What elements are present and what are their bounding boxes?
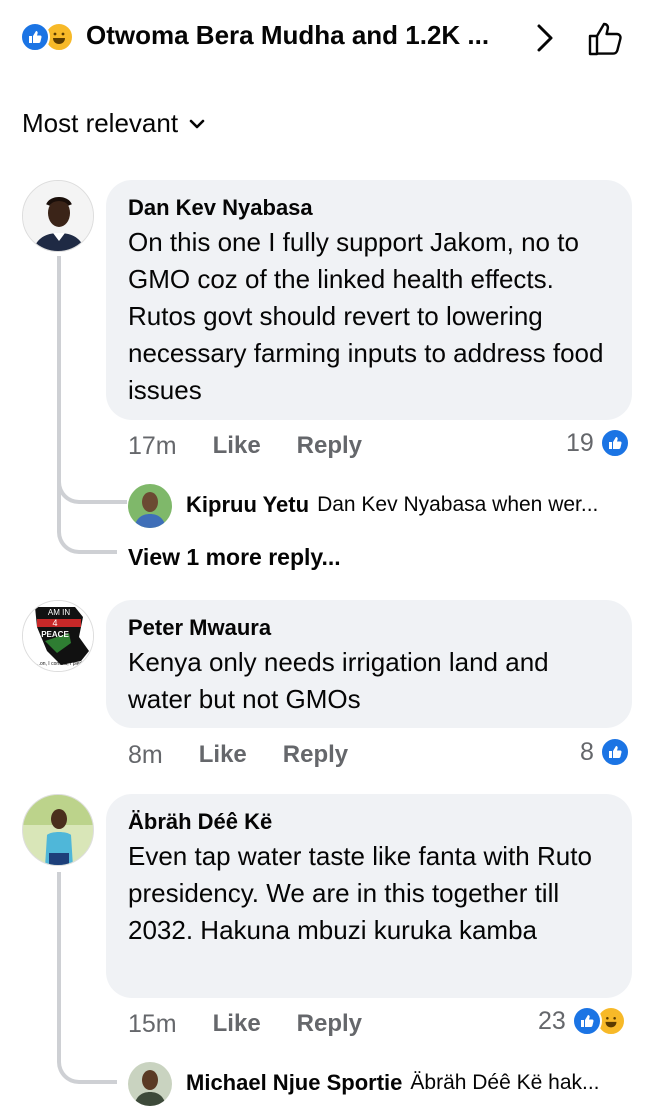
like-button[interactable]: Like — [213, 1010, 261, 1038]
comment-author[interactable]: Peter Mwaura — [128, 614, 610, 642]
avatar-text: ...on, I commit, I pled — [36, 661, 83, 667]
comment-actions: 15m Like Reply — [128, 1006, 398, 1042]
comment-bubble[interactable]: Dan Kev Nyabasa On this one I fully supp… — [106, 180, 632, 420]
comment-time[interactable]: 15m — [128, 1010, 177, 1039]
reply-snippet: Dan Kev Nyabasa when wer... — [317, 493, 599, 516]
reaction-count[interactable]: 23 — [538, 1006, 626, 1036]
comment-time[interactable]: 17m — [128, 432, 177, 461]
reply-button[interactable]: Reply — [283, 741, 348, 769]
reaction-count[interactable]: 8 — [580, 737, 630, 767]
avatar[interactable] — [22, 180, 94, 252]
avatar[interactable] — [22, 794, 94, 866]
reply-snippet: Äbräh Déê Kë hak... — [410, 1071, 600, 1094]
reply-avatar[interactable] — [128, 1062, 172, 1106]
comment-text: Even tap water taste like fanta with Rut… — [128, 841, 592, 945]
chevron-down-icon — [189, 119, 205, 128]
comment-actions: 17m Like Reply — [128, 428, 398, 464]
like-reaction-icon — [571, 1006, 602, 1036]
chevron-right-icon[interactable] — [526, 20, 562, 56]
view-more-replies[interactable]: View 1 more reply... — [128, 544, 341, 571]
comment-actions: 8m Like Reply — [128, 737, 384, 773]
like-reaction-icon — [599, 737, 630, 767]
thread-line — [57, 256, 61, 470]
reply-preview[interactable]: Michael Njue Sportie Äbräh Déê Kë hak... — [186, 1070, 632, 1096]
reactions-header: Otwoma Bera Mudha and 1.2K ... — [0, 0, 654, 78]
like-reaction-icon — [20, 22, 50, 52]
thread-line — [57, 872, 61, 1052]
comment-author[interactable]: Äbräh Déê Kë — [128, 808, 610, 836]
thread-connector — [57, 1040, 117, 1084]
comment-text: Kenya only needs irrigation land and wat… — [128, 647, 549, 714]
reply-preview[interactable]: Kipruu Yetu Dan Kev Nyabasa when wer... — [186, 492, 632, 518]
reaction-summary[interactable] — [20, 22, 82, 52]
reaction-count[interactable]: 19 — [566, 428, 630, 458]
comment-bubble[interactable]: Peter Mwaura Kenya only needs irrigation… — [106, 600, 632, 728]
like-post-button[interactable] — [584, 16, 628, 60]
reply-author[interactable]: Kipruu Yetu — [186, 492, 309, 518]
comment-author[interactable]: Dan Kev Nyabasa — [128, 194, 610, 222]
like-reaction-icon — [599, 428, 630, 458]
like-button[interactable]: Like — [199, 741, 247, 769]
avatar[interactable]: AM IN 4 PEACE ...on, I commit, I pled — [22, 600, 94, 672]
sort-label: Most relevant — [22, 108, 179, 138]
reactions-title[interactable]: Otwoma Bera Mudha and 1.2K ... — [86, 20, 516, 51]
reply-button[interactable]: Reply — [297, 1010, 362, 1038]
reply-avatar[interactable] — [128, 484, 172, 528]
reply-author[interactable]: Michael Njue Sportie — [186, 1070, 402, 1096]
avatar-text: AM IN — [48, 608, 70, 617]
reaction-count-value: 23 — [538, 1006, 566, 1035]
reaction-count-value: 8 — [580, 737, 594, 766]
reaction-count-value: 19 — [566, 428, 594, 457]
sort-dropdown[interactable]: Most relevant — [22, 108, 206, 139]
avatar-text: PEACE — [41, 630, 69, 639]
like-button[interactable]: Like — [213, 432, 261, 460]
comment-bubble[interactable]: Äbräh Déê Kë Even tap water taste like f… — [106, 794, 632, 998]
thread-connector — [57, 470, 117, 554]
reply-button[interactable]: Reply — [297, 432, 362, 460]
avatar-text: 4 — [52, 618, 57, 628]
comment-text: On this one I fully support Jakom, no to… — [128, 227, 604, 405]
comment-time[interactable]: 8m — [128, 741, 163, 770]
